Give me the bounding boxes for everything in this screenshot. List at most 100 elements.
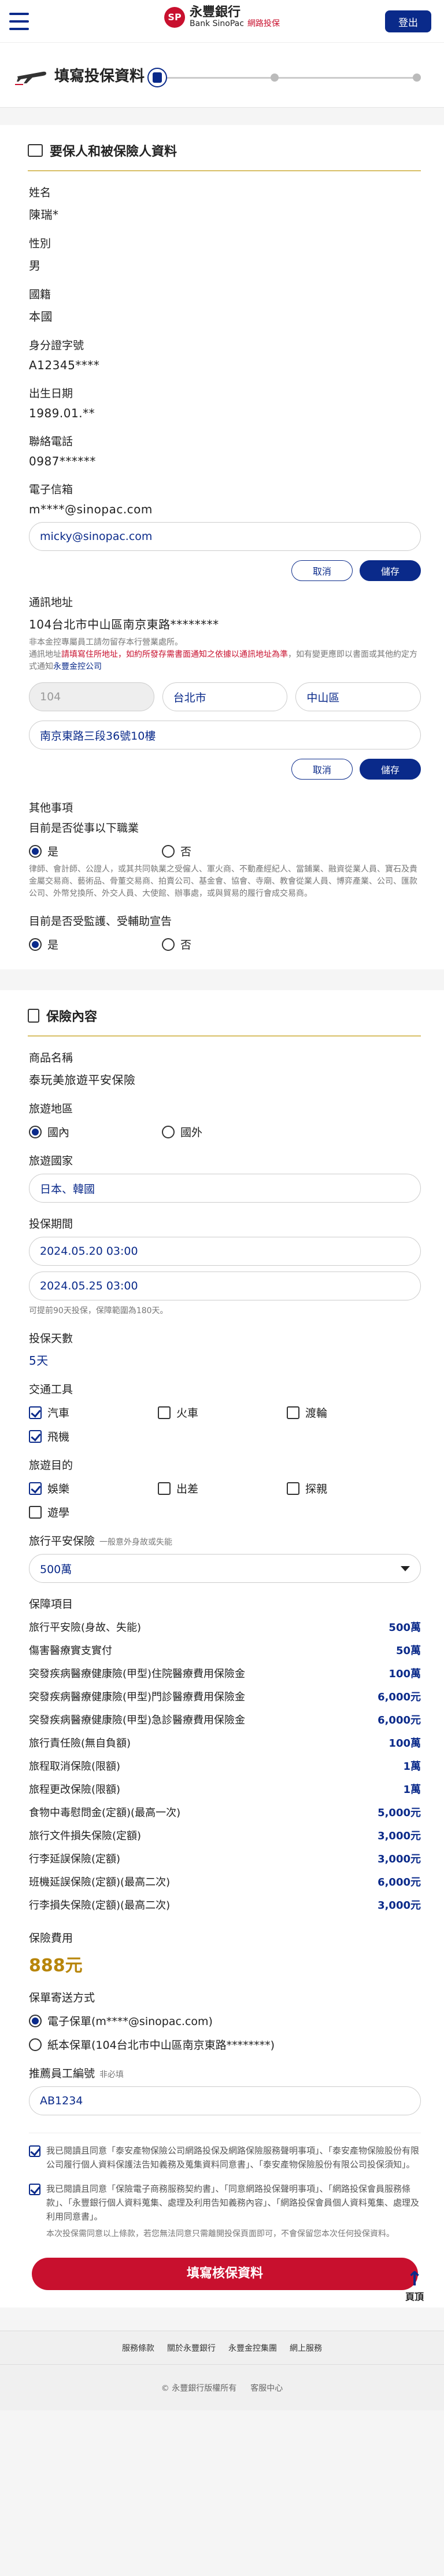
start-date-input[interactable]: 2024.05.20 03:00 xyxy=(29,1237,421,1266)
purpose-family-checkbox[interactable]: 探親 xyxy=(287,1480,416,1496)
coverage-name: 旅程取消保險(限額) xyxy=(29,1761,121,1773)
menu-icon[interactable] xyxy=(9,13,29,30)
coverage-row: 旅程取消保險(限額) 1萬 xyxy=(29,1758,421,1773)
coverage-amount: 3,000元 xyxy=(378,1830,421,1842)
coverage-row: 旅行平安險(身故、失能) 500萬 xyxy=(29,1619,421,1634)
coverage-row: 旅行文件損失保險(定額) 3,000元 xyxy=(29,1828,421,1843)
delivery-paper-radio[interactable]: 紙本保單(104台北市中山區南京東路********) xyxy=(29,2037,421,2052)
region-abroad-radio[interactable]: 國外 xyxy=(162,1124,295,1140)
coverage-row: 突發疾病醫療健康險(甲型)急診醫療費用保險金 6,000元 xyxy=(29,1712,421,1727)
submit-button[interactable]: 填寫核保資料 xyxy=(32,2258,418,2290)
coverage-name: 行李損失保險(定額)(最高二次) xyxy=(29,1899,171,1912)
amount-select[interactable]: 500萬 xyxy=(29,1554,421,1583)
birth-label: 出生日期 xyxy=(29,387,73,400)
product-label: 商品名稱 xyxy=(29,1052,73,1064)
footer-bottom: © 永豐銀行版權所有 客服中心 xyxy=(0,2364,444,2410)
fee-label: 保險費用 xyxy=(29,1932,73,1945)
arrow-up-icon: ↑ xyxy=(406,2268,423,2291)
coverage-row: 傷害醫療實支實付 50萬 xyxy=(29,1642,421,1658)
product-value: 泰玩美旅遊平安保險 xyxy=(29,1073,136,1087)
address-save-button[interactable]: 儲存 xyxy=(360,759,421,780)
address-cancel-button[interactable]: 取消 xyxy=(291,759,353,780)
id-value: A12345**** xyxy=(29,358,100,372)
coverage-row: 旅程更改保險(限額) 1萬 xyxy=(29,1781,421,1796)
coverage-row: 班機延誤保險(定額)(最高二次) 6,000元 xyxy=(29,1874,421,1889)
guardianship-no-radio[interactable]: 否 xyxy=(162,936,295,952)
transport-options: 汽車 火車 渡輪 飛機 xyxy=(29,1405,421,1444)
delivery-electronic-radio[interactable]: 電子保單(m****@sinopac.com) xyxy=(29,2013,421,2029)
referrer-input[interactable]: AB1234 xyxy=(29,2086,421,2115)
purpose-study-checkbox[interactable]: 遊學 xyxy=(29,1504,158,1520)
coverage-amount: 100萬 xyxy=(388,1737,421,1750)
transport-car-checkbox[interactable]: 汽車 xyxy=(29,1405,158,1420)
transport-train-checkbox[interactable]: 火車 xyxy=(158,1405,287,1420)
end-date-input[interactable]: 2024.05.25 03:00 xyxy=(29,1272,421,1300)
id-label: 身分證字號 xyxy=(29,339,84,352)
agree-terms-2[interactable]: 我已閱讀且同意「保險電子商務服務契約書」、「同意網路投保聲明事項」、「網路投保會… xyxy=(29,2182,421,2224)
footer-link[interactable]: 永豐金控集團 xyxy=(228,2342,277,2354)
footer-link[interactable]: 網上服務 xyxy=(290,2342,322,2354)
purpose-options: 娛樂 出差 探親 遊學 xyxy=(29,1480,421,1520)
logout-button[interactable]: 登出 xyxy=(385,10,431,32)
footer-link[interactable]: 服務條款 xyxy=(122,2342,154,2354)
coverage-name: 傷害醫療實支實付 xyxy=(29,1645,112,1657)
guardianship-yes-radio[interactable]: 是 xyxy=(29,936,162,952)
transport-label: 交通工具 xyxy=(29,1383,73,1396)
agree-note: 本次投保需同意以上條款，若您無法同意只需離開投保頁面即可，不會保留您本次任何投保… xyxy=(46,2229,394,2239)
coverage-amount: 6,000元 xyxy=(378,1876,421,1888)
coverage-label: 保障項目 xyxy=(29,1598,73,1611)
country-label: 旅遊國家 xyxy=(29,1155,73,1167)
email-save-button[interactable]: 儲存 xyxy=(360,560,421,581)
step-current-icon xyxy=(147,68,167,87)
bank-logo[interactable]: SP 永豐銀行 Bank SinoPac 網路投保 xyxy=(164,5,280,29)
days-label: 投保天數 xyxy=(29,1332,73,1345)
logo-mark: SP xyxy=(164,6,186,28)
delivery-label: 保單寄送方式 xyxy=(29,1991,95,2004)
transport-plane-checkbox[interactable]: 飛機 xyxy=(29,1428,158,1444)
district-field[interactable]: 中山區 xyxy=(295,682,421,711)
email-label: 電子信箱 xyxy=(29,483,73,496)
region-label: 旅遊地區 xyxy=(29,1103,73,1115)
coverage-name: 行李延誤保險(定額) xyxy=(29,1853,121,1865)
coverage-amount: 5,000元 xyxy=(378,1807,421,1819)
bank-sub: 網路投保 xyxy=(247,19,280,29)
title-bar: 填寫投保資料 xyxy=(0,43,444,108)
page-title: 填寫投保資料 xyxy=(54,68,145,85)
phone-label: 聯絡電話 xyxy=(29,435,73,448)
section-title: 要保人和被保險人資料 xyxy=(50,145,177,159)
coverage-amount: 3,000元 xyxy=(378,1853,421,1865)
coverage-name: 旅程更改保險(限額) xyxy=(29,1784,121,1796)
occupation-no-radio[interactable]: 否 xyxy=(162,843,295,859)
email-input[interactable]: micky@sinopac.com xyxy=(29,522,421,551)
postal-code-field: 104 xyxy=(29,682,154,711)
back-to-top-button[interactable]: ↑ 頁頂 xyxy=(401,2269,428,2303)
coverage-row: 行李損失保險(定額)(最高二次) 3,000元 xyxy=(29,1897,421,1912)
insurance-section: 保險內容 商品名稱 泰玩美旅遊平安保險 旅遊地區 國內 國外 旅遊國家 日本、韓… xyxy=(0,990,444,2307)
bank-name-cn: 永豐銀行 xyxy=(190,5,241,20)
region-domestic-radio[interactable]: 國內 xyxy=(29,1124,162,1140)
progress-steps xyxy=(147,68,421,87)
coverage-amount: 1萬 xyxy=(403,1761,421,1773)
email-cancel-button[interactable]: 取消 xyxy=(291,560,353,581)
occupation-note: 律師、會計師、公證人，或其共同執業之受僱人、軍火商、不動產經紀人、當鋪業、融資從… xyxy=(29,865,417,898)
purpose-label: 旅遊目的 xyxy=(29,1459,73,1472)
transport-ferry-checkbox[interactable]: 渡輪 xyxy=(287,1405,416,1420)
top-header: SP 永豐銀行 Bank SinoPac 網路投保 登出 xyxy=(0,0,444,43)
bank-name-en: Bank SinoPac xyxy=(190,19,244,29)
name-label: 姓名 xyxy=(29,186,51,199)
airplane-icon xyxy=(15,71,46,85)
footer-link[interactable]: 關於永豐銀行 xyxy=(167,2342,216,2354)
occupation-yes-radio[interactable]: 是 xyxy=(29,843,162,859)
referrer-label: 推薦員工編號 非必填 xyxy=(29,2067,124,2080)
agree-terms-1[interactable]: 我已閱讀且同意「泰安產物保險公司網路投保及網路保險服務聲明事項」、「泰安產物保險… xyxy=(29,2144,421,2171)
purpose-leisure-checkbox[interactable]: 娛樂 xyxy=(29,1480,158,1496)
country-input[interactable]: 日本、韓國 xyxy=(29,1174,421,1203)
customer-service-link[interactable]: 客服中心 xyxy=(250,2382,283,2394)
coverage-name: 突發疾病醫療健康險(甲型)門診醫療費用保險金 xyxy=(29,1691,246,1703)
address-value: 104台北市中山區南京東路******** xyxy=(29,618,219,631)
street-input[interactable]: 南京東路三段36號10樓 xyxy=(29,721,421,749)
gender-label: 性別 xyxy=(29,237,51,250)
city-field[interactable]: 台北市 xyxy=(162,682,288,711)
coverage-row: 食物中毒慰問金(定額)(最高一次) 5,000元 xyxy=(29,1805,421,1820)
purpose-business-checkbox[interactable]: 出差 xyxy=(158,1480,287,1496)
